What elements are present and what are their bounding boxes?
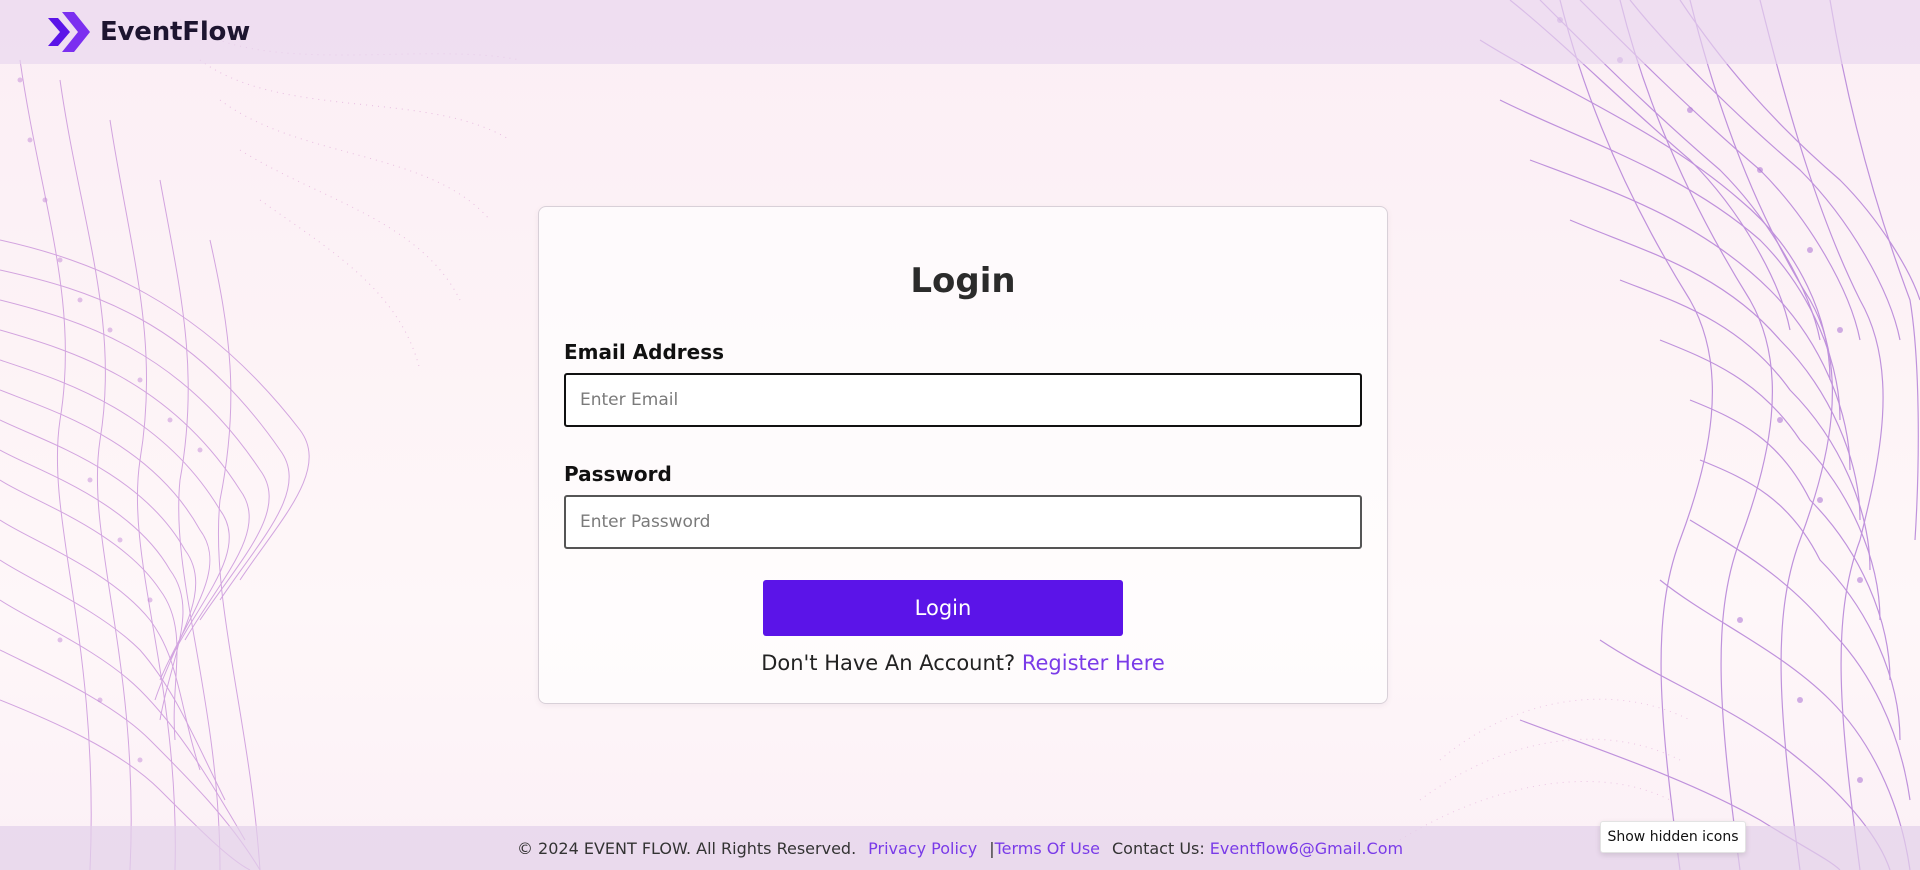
top-header: EventFlow [0,0,1920,64]
copyright-text: © 2024 EVENT FLOW. All Rights Reserved. [516,838,857,858]
password-input[interactable] [564,495,1362,549]
brand-name[interactable]: EventFlow [100,17,250,47]
privacy-policy-link[interactable]: Privacy Policy [868,839,977,858]
double-chevron-right-icon[interactable] [44,8,92,56]
right-wave-mesh-decoration [1399,0,1920,870]
register-prompt-text: Don't Have An Account? [761,651,1016,675]
email-label: Email Address [564,340,725,364]
login-button[interactable]: Login [763,580,1123,636]
login-title: Login [910,261,1016,301]
register-link[interactable]: Register Here [1022,651,1165,675]
login-card: Login Email Address Password Login Don't… [538,206,1388,704]
left-wave-mesh-decoration [0,19,521,870]
contact-email-link[interactable]: Eventflow6@Gmail.Com [1210,839,1403,858]
email-input[interactable] [564,373,1362,427]
show-hidden-icons-tooltip: Show hidden icons [1600,821,1746,853]
contact-label: Contact Us: [1112,838,1205,858]
password-label: Password [564,462,672,486]
terms-of-use-link[interactable]: Terms Of Use [995,839,1100,858]
register-prompt: Don't Have An Account? Register Here [539,651,1387,675]
